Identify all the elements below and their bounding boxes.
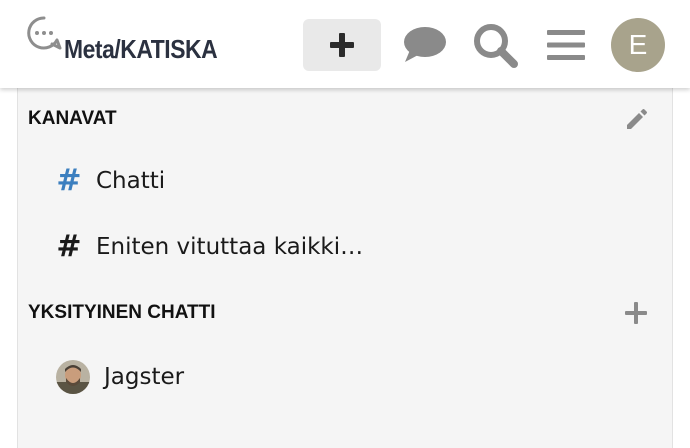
search-icon: [474, 24, 518, 68]
top-header: Meta/KATISKA E: [0, 0, 690, 88]
avatar: [56, 360, 90, 394]
channel-label: Eniten vituttaa kaikki…: [96, 234, 364, 260]
user-avatar[interactable]: E: [611, 18, 665, 72]
menu-button[interactable]: [540, 19, 592, 71]
search-button[interactable]: [469, 19, 521, 71]
chat-sidebar: KANAVAT # Chatti # Eniten vituttaa kaikk…: [17, 88, 673, 448]
edit-channels-button[interactable]: [620, 104, 652, 136]
dm-item-jagster[interactable]: Jagster: [56, 352, 184, 402]
pencil-icon: [627, 109, 647, 129]
site-logo[interactable]: Meta/KATISKA: [24, 14, 254, 74]
channel-label: Chatti: [96, 168, 166, 194]
new-topic-button[interactable]: [303, 19, 381, 71]
chat-logo-icon: [27, 16, 62, 50]
hamburger-menu-icon: [547, 30, 585, 60]
user-photo-icon: [56, 360, 90, 394]
channel-item-eniten[interactable]: # Eniten vituttaa kaikki…: [52, 222, 363, 272]
chat-bubble-icon: [404, 27, 446, 62]
channel-hash-icon: #: [56, 229, 82, 264]
new-dm-button[interactable]: [620, 297, 652, 329]
dm-label: Jagster: [104, 364, 185, 390]
plus-icon: [625, 302, 647, 324]
channel-item-chatti[interactable]: # Chatti: [52, 156, 165, 206]
chat-button[interactable]: [398, 19, 450, 71]
channel-hash-icon: #: [56, 163, 82, 198]
dm-heading: YKSITYINEN CHATTI: [28, 302, 216, 323]
plus-icon: [330, 33, 354, 57]
user-initial: E: [628, 29, 648, 60]
channels-heading: KANAVAT: [28, 108, 117, 129]
site-title: Meta/KATISKA: [64, 34, 218, 64]
